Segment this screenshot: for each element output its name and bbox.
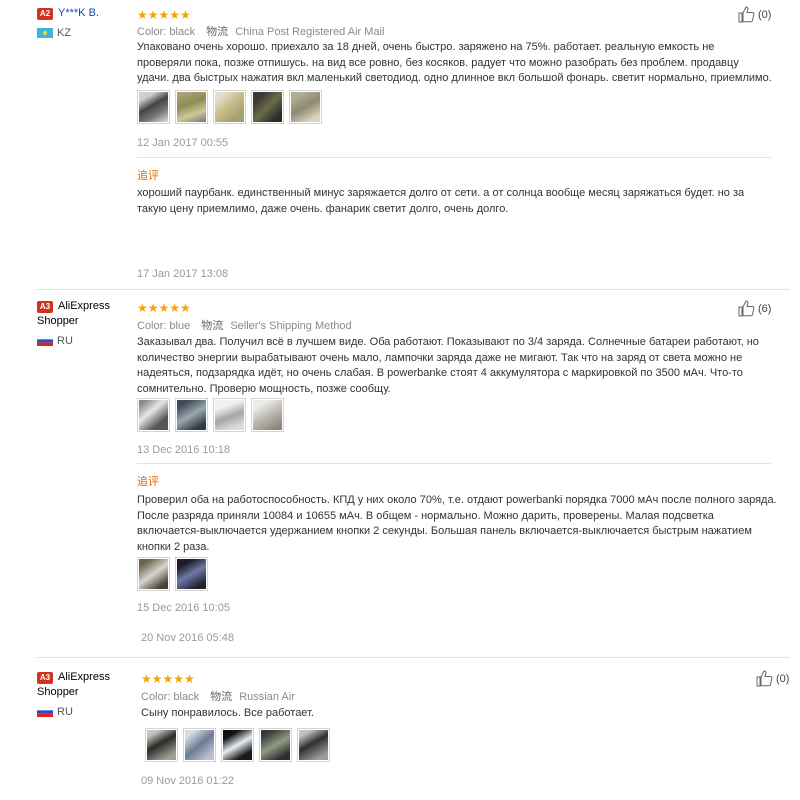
stars-icon: ★★★★★ (141, 672, 195, 686)
text-line: После разряда приняли 10084 и 10655 мАч.… (137, 509, 714, 522)
review-photo[interactable] (213, 90, 246, 124)
shipping-value: Russian Air (239, 691, 295, 703)
stars-icon: ★★★★★ (137, 301, 191, 315)
color-label: Color: (141, 691, 171, 703)
color-value: blue (169, 320, 191, 332)
review-photo[interactable] (175, 90, 208, 124)
like-button[interactable]: (0) (738, 6, 771, 23)
review-photo[interactable] (183, 728, 216, 762)
review-separator (36, 289, 790, 290)
order-info: Color: blue 物流 Seller's Shipping Method (137, 317, 352, 333)
text-line: сомнительно. Проверю мощность, позже соо… (137, 382, 391, 395)
color-label: Color: (137, 320, 167, 332)
reviewer-name-line2: Shopper (37, 315, 79, 327)
thumbs-up-icon (738, 6, 755, 23)
stars-icon: ★★★★★ (137, 8, 191, 22)
text-line: Заказывал два. Получил всё в лучшем виде… (137, 336, 759, 348)
order-info: Color: black 物流 China Post Registered Ai… (137, 23, 384, 39)
like-count: (0) (758, 8, 772, 21)
review-photo[interactable] (137, 398, 170, 432)
extra-date: 20 Nov 2016 05:48 (141, 632, 234, 644)
reviewer-name[interactable]: Y***K B. (58, 6, 99, 21)
review-text: Заказывал два. Получил всё в лучшем виде… (137, 335, 777, 397)
reviewer-name-line1: AliExpress (58, 671, 110, 683)
text-line: количество энергии вырабатывают очень ма… (137, 351, 743, 364)
review-photo[interactable] (213, 398, 246, 432)
review-photo[interactable] (251, 398, 284, 432)
kz-flag-icon (37, 28, 53, 38)
level-badge: A3 (37, 672, 53, 684)
star-rating: ★★★★★ (137, 299, 191, 315)
followup-photos (137, 557, 208, 591)
level-badge: A2 (37, 8, 53, 20)
review-date: 13 Dec 2016 10:18 (137, 444, 230, 456)
text-line: такую цену приемлимо, даже очень. фанари… (137, 202, 509, 215)
reviewer-country: KZ (57, 27, 72, 39)
shipping-label: 物流 (210, 691, 233, 703)
color-label: Color: (137, 26, 167, 38)
like-count: (6) (758, 302, 772, 315)
reviewer-name-line2: Shopper (37, 686, 79, 698)
review-photo[interactable] (221, 728, 254, 762)
review-photos (137, 398, 284, 432)
order-info: Color: black 物流 Russian Air (141, 688, 295, 704)
review-photo[interactable] (137, 90, 170, 124)
review-photo[interactable] (289, 90, 322, 124)
text-line: надеяться, подзарядка идёт, но очень сла… (137, 367, 743, 379)
ru-flag-icon (37, 707, 53, 717)
like-button[interactable]: (6) (738, 300, 771, 317)
followup-label: 追评 (137, 476, 159, 488)
star-rating: ★★★★★ (137, 6, 191, 22)
shipping-value: Seller's Shipping Method (230, 320, 352, 332)
star-rating: ★★★★★ (141, 670, 195, 686)
shipping-value: China Post Registered Air Mail (235, 26, 385, 38)
shipping-label: 物流 (201, 320, 224, 332)
level-badge: A3 (37, 301, 53, 313)
text-line: удачи. два быстрых нажатия вкл маленький… (137, 72, 772, 84)
shipping-label: 物流 (206, 26, 229, 38)
review-separator (36, 657, 790, 658)
followup-label: 追评 (137, 170, 159, 182)
like-button[interactable]: (0) (756, 670, 789, 687)
followup-text: хороший паурбанк. единственный минус зар… (137, 186, 777, 217)
divider (137, 157, 771, 158)
review-photo[interactable] (297, 728, 330, 762)
review-photo[interactable] (251, 90, 284, 124)
reviewer-country: RU (57, 335, 73, 347)
like-count: (0) (776, 672, 790, 685)
review-photo[interactable] (175, 398, 208, 432)
review-photo[interactable] (259, 728, 292, 762)
text-line: хороший паурбанк. единственный минус зар… (137, 187, 745, 199)
text-line: Упаковано очень хорошо. приехало за 18 д… (137, 41, 715, 53)
followup-date: 15 Dec 2016 10:05 (137, 602, 230, 614)
review-photos (137, 90, 322, 124)
review-date: 09 Nov 2016 01:22 (141, 775, 234, 787)
ru-flag-icon (37, 336, 53, 346)
reviewer-country: RU (57, 706, 73, 718)
followup-photo[interactable] (137, 557, 170, 591)
review-date: 12 Jan 2017 00:55 (137, 137, 229, 149)
review-text: Сыну понравилось. Все работает. (141, 706, 781, 722)
followup-date: 17 Jan 2017 13:08 (137, 268, 229, 280)
color-value: black (169, 26, 196, 38)
text-line: кнопки 2 раза. (137, 540, 210, 553)
followup-photo[interactable] (175, 557, 208, 591)
color-value: black (173, 691, 200, 703)
review-photos (145, 728, 330, 762)
followup-text: Проверил оба на работоспособность. КПД у… (137, 493, 782, 555)
thumbs-up-icon (738, 300, 755, 317)
text-line: Сыну понравилось. Все работает. (141, 707, 314, 719)
text-line: Проверил оба на работоспособность. КПД у… (137, 494, 777, 506)
text-line: включается-выключается удержанием кнопки… (137, 525, 752, 537)
reviewer-name-line1: AliExpress (58, 300, 110, 312)
divider (137, 463, 771, 464)
text-line: проверяли пока, позже отпишусь. на вид в… (137, 56, 739, 69)
review-text: Упаковано очень хорошо. приехало за 18 д… (137, 40, 777, 87)
review-photo[interactable] (145, 728, 178, 762)
thumbs-up-icon (756, 670, 773, 687)
